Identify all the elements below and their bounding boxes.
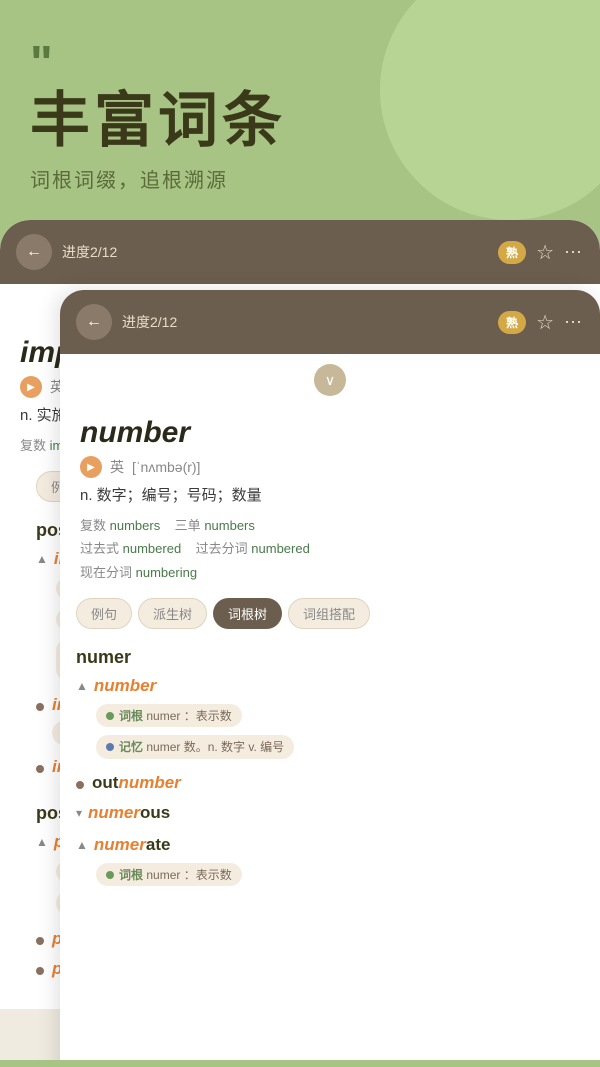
tag-root-numerate: 词根 numer ：表示数 — [96, 863, 242, 886]
chevron-front[interactable]: ∨ — [60, 354, 600, 406]
speaker-icon-front[interactable]: ▶ — [80, 456, 102, 478]
ipa-front: [ˈnʌmbə(r)] — [132, 459, 200, 475]
word-numerate-tree: numerate — [94, 835, 171, 855]
tab-front-derived[interactable]: 派生树 — [138, 598, 207, 629]
star-icon-back[interactable]: ☆ — [536, 240, 554, 265]
hero-subtitle: 词根词缀，追根溯源 — [30, 164, 570, 193]
badge-ripe-front: 熟 — [498, 311, 526, 334]
tree-group-number: ▲ number 词根 numer ：表示数 — [76, 676, 584, 761]
star-icon-front[interactable]: ☆ — [536, 310, 554, 335]
tree-heading-number: ▲ number — [76, 676, 584, 696]
tree-heading-numerous: ▾ numerous — [76, 803, 584, 823]
region-front: 英 — [110, 457, 124, 477]
pronunciation-front: ▶ 英 [ˈnʌmbə(r)] — [80, 456, 580, 478]
more-icon-front[interactable]: ⋯ — [564, 312, 584, 333]
back-button-front[interactable]: ← — [76, 304, 112, 340]
hero-section: " 丰富词条 词根词缀，追根溯源 — [0, 0, 600, 230]
chevron-circle-front: ∨ — [314, 364, 346, 396]
tree-group-numerate: ▲ numerate 词根 numer ：表示数 — [76, 835, 584, 888]
bullet-dot-imposition — [36, 703, 44, 711]
word-number-tree: number — [94, 676, 156, 696]
hero-title: 丰富词条 — [30, 88, 570, 154]
tab-front-root[interactable]: 词根树 — [213, 598, 282, 629]
tab-front-colloc[interactable]: 词组搭配 — [288, 598, 370, 629]
arrow-impose: ▲ — [36, 552, 48, 566]
root-title-front: numer — [76, 647, 584, 668]
word-outnumber-tree: outnumber — [92, 773, 181, 793]
card-front-content: number ▶ 英 [ˈnʌmbə(r)] n. 数字；编号；号码；数量 复数… — [60, 406, 600, 584]
root-section-front: numer ▲ number 词根 numer ：表示数 — [60, 639, 600, 888]
bullet-dot-imposing — [36, 765, 44, 773]
more-icon-back[interactable]: ⋯ — [564, 242, 584, 263]
badge-ripe-back: 熟 — [498, 241, 526, 264]
arrow-numerous: ▾ — [76, 806, 82, 820]
arrow-pose: ▲ — [36, 835, 48, 849]
tree-heading-numerate: ▲ numerate — [76, 835, 584, 855]
word-front: number — [80, 416, 580, 450]
bullet-dot-poseur — [36, 967, 44, 975]
progress-front: 进度2/12 — [122, 312, 488, 332]
quote-mark: " — [30, 40, 570, 88]
back-button[interactable]: ← — [16, 234, 52, 270]
bullet-outnumber: outnumber — [76, 773, 584, 793]
arrow-number: ▲ — [76, 679, 88, 693]
cards-area: ← 进度2/12 熟 ☆ ⋯ ∨ imposition ▶ 英 [ˌImpəˈz… — [0, 220, 600, 1060]
card-number: ← 进度2/12 熟 ☆ ⋯ ∨ number ▶ 英 [ˈnʌmbə(r)] … — [60, 290, 600, 1060]
tag-memory-number: 记忆 numer 数。n. 数字 v. 编号 — [96, 735, 294, 759]
word-numerous-tree: numerous — [88, 803, 170, 823]
card-front-header: ← 进度2/12 熟 ☆ ⋯ — [60, 290, 600, 354]
speaker-icon-back[interactable]: ▶ — [20, 376, 42, 398]
arrow-numerate: ▲ — [76, 838, 88, 852]
bullet-dot-outnumber — [76, 781, 84, 789]
tree-group-numerous: ▾ numerous — [76, 803, 584, 823]
tab-front-example[interactable]: 例句 — [76, 598, 132, 629]
definition-front: n. 数字；编号；号码；数量 — [80, 484, 580, 508]
card-back-header: ← 进度2/12 熟 ☆ ⋯ — [0, 220, 600, 284]
tag-root-number: 词根 numer ：表示数 — [96, 704, 242, 727]
bullet-dot-poser — [36, 937, 44, 945]
tabs-front: 例句 派生树 词根树 词组搭配 — [60, 588, 600, 639]
forms-front: 复数 numbers 三单 numbers 过去式 numbered 过去分词 … — [80, 514, 580, 584]
progress-back: 进度2/12 — [62, 242, 488, 262]
